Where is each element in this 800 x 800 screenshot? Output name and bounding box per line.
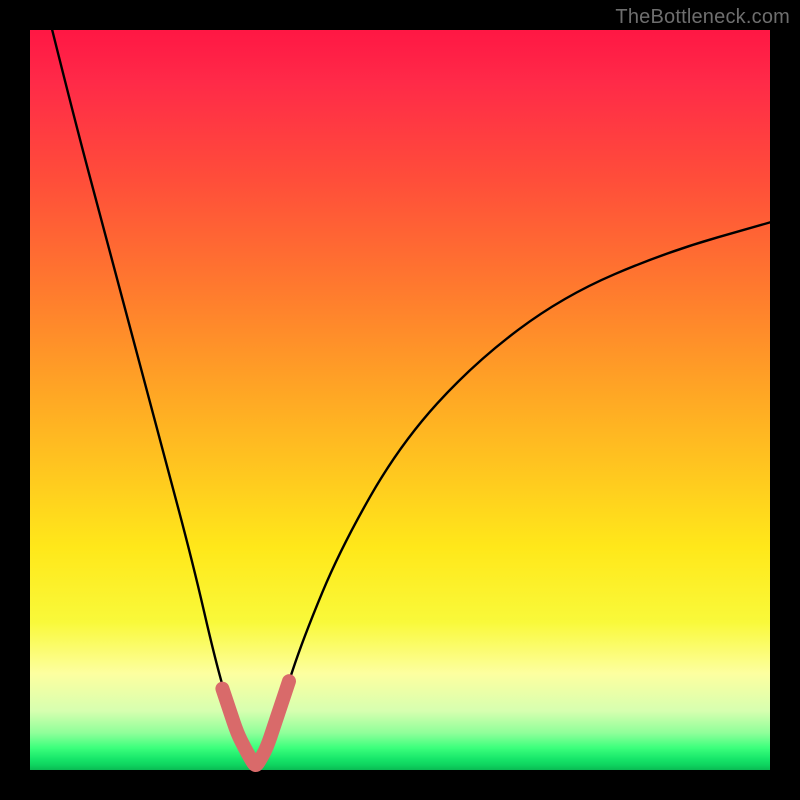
watermark-text: TheBottleneck.com — [615, 6, 790, 29]
near-zero-highlight — [222, 681, 289, 765]
curve-layer — [30, 30, 770, 770]
bottleneck-curve — [52, 30, 770, 762]
chart-frame: TheBottleneck.com — [0, 0, 800, 800]
plot-area — [30, 30, 770, 770]
